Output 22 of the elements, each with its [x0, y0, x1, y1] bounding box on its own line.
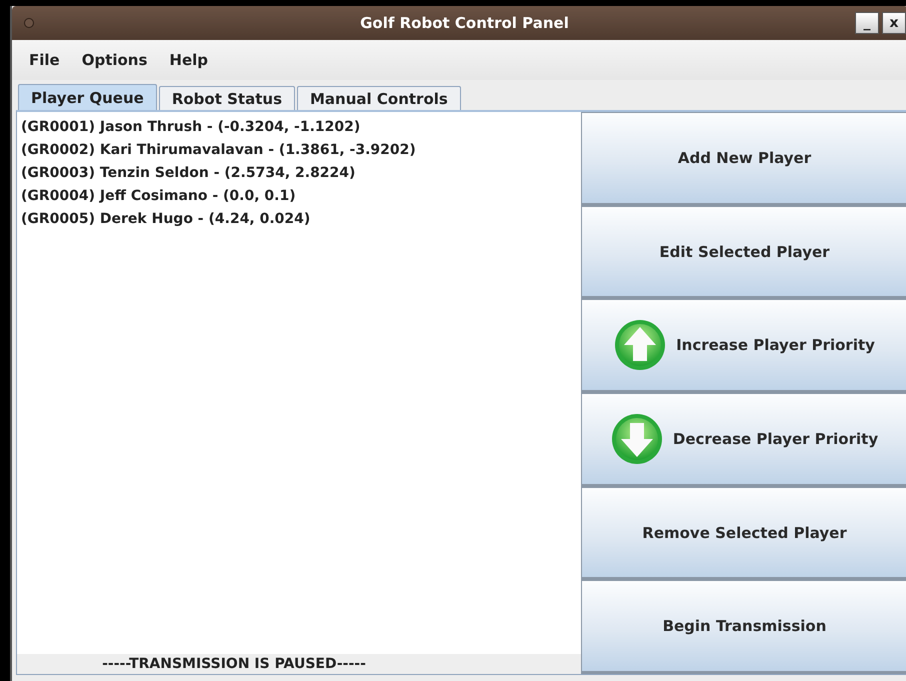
player-row[interactable]: (GR0003) Tenzin Seldon - (2.5734, 2.8224): [21, 162, 577, 185]
player-row[interactable]: (GR0002) Kari Thirumavalavan - (1.3861, -3.9202): [21, 139, 577, 162]
minimize-button[interactable]: _: [854, 12, 879, 34]
player-row[interactable]: (GR0004) Jeff Cosimano - (0.0, 0.1): [21, 185, 577, 208]
action-button[interactable]: Add New Player: [581, 112, 906, 206]
tab[interactable]: Player Queue: [18, 84, 157, 110]
action-button[interactable]: Begin Transmission: [581, 580, 906, 674]
action-button[interactable]: Decrease Player Priority: [581, 393, 906, 487]
player-row[interactable]: (GR0001) Jason Thrush - (-0.3204, -1.1202): [21, 116, 577, 139]
tab[interactable]: Robot Status: [158, 86, 295, 110]
status-text: -----TRANSMISSION IS PAUSED-----: [17, 654, 581, 674]
window-title: Golf Robot Control Panel: [359, 14, 569, 32]
window-menu-icon[interactable]: [24, 18, 34, 28]
action-button[interactable]: Remove Selected Player: [581, 486, 906, 580]
menu-item[interactable]: Help: [158, 51, 220, 69]
menu-item[interactable]: File: [18, 51, 71, 69]
action-button[interactable]: Edit Selected Player: [581, 206, 906, 300]
menu-item[interactable]: Options: [70, 51, 158, 69]
tab[interactable]: Manual Controls: [297, 86, 461, 110]
close-button[interactable]: x: [882, 12, 906, 34]
player-row[interactable]: (GR0005) Derek Hugo - (4.24, 0.024): [21, 208, 577, 231]
action-button[interactable]: Increase Player Priority: [581, 299, 906, 394]
